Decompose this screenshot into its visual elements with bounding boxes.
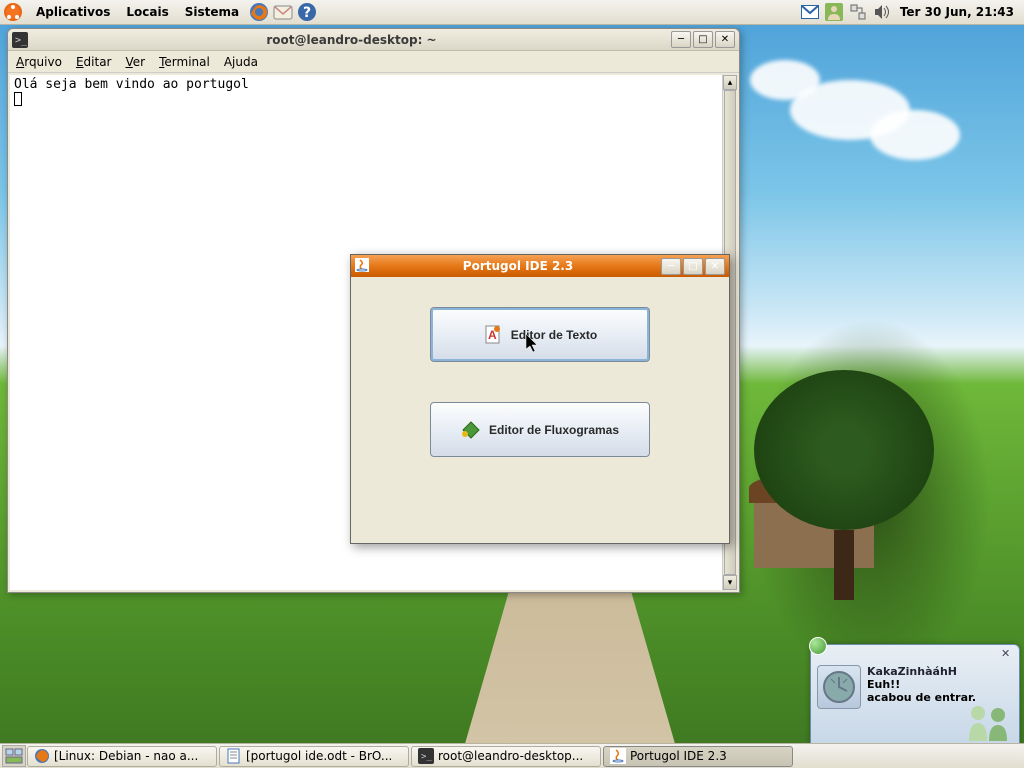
user-tray-icon[interactable]	[823, 1, 845, 23]
firefox-icon[interactable]	[248, 1, 270, 23]
scroll-down-button[interactable]: ▾	[723, 575, 737, 590]
mail-tray-icon[interactable]	[799, 1, 821, 23]
taskbar-item-writer[interactable]: [portugol ide.odt - BrO...	[219, 746, 409, 767]
terminal-menu-arquivo[interactable]: Arquivo	[16, 55, 62, 69]
minimize-button[interactable]: ─	[671, 31, 691, 48]
taskbar-label-3: Portugol IDE 2.3	[630, 749, 727, 763]
svg-text:>_: >_	[15, 35, 28, 46]
terminal-menu-editar[interactable]: Editar	[76, 55, 112, 69]
close-button[interactable]: ✕	[715, 31, 735, 48]
menu-locais[interactable]: Locais	[118, 0, 176, 25]
bottom-panel: [Linux: Debian - nao a... [portugol ide.…	[0, 743, 1024, 768]
top-panel: Aplicativos Locais Sistema ? Ter 30 Jun,…	[0, 0, 1024, 25]
scroll-up-button[interactable]: ▴	[723, 75, 737, 90]
mail-icon[interactable]	[272, 1, 294, 23]
show-desktop-button[interactable]	[2, 745, 26, 767]
volume-icon[interactable]	[871, 1, 893, 23]
editor-texto-button[interactable]: A Editor de Texto	[430, 307, 650, 362]
menu-sistema[interactable]: Sistema	[177, 0, 247, 25]
terminal-task-icon: >_	[418, 748, 434, 764]
terminal-output: Olá seja bem vindo ao portugol	[14, 77, 733, 92]
terminal-title: root@leandro-desktop: ~	[32, 33, 671, 47]
taskbar-item-browser[interactable]: [Linux: Debian - nao a...	[27, 746, 217, 767]
svg-text:?: ?	[303, 5, 311, 21]
maximize-button[interactable]: □	[693, 31, 713, 48]
terminal-menubar: Arquivo Editar Ver Terminal Ajuda	[8, 51, 739, 73]
menu-aplicativos[interactable]: Aplicativos	[28, 0, 118, 25]
notification-close-button[interactable]: ✕	[1001, 647, 1015, 661]
terminal-icon: >_	[12, 32, 28, 48]
taskbar-item-terminal[interactable]: >_ root@leandro-desktop...	[411, 746, 601, 767]
flowchart-icon	[461, 420, 481, 440]
java-maximize-button[interactable]: □	[683, 258, 703, 275]
text-editor-icon: A	[483, 325, 503, 345]
notification-figures-icon	[963, 701, 1013, 741]
notification-avatar	[817, 665, 861, 709]
help-icon[interactable]: ?	[296, 1, 318, 23]
login-notification[interactable]: ✕ KakaZinhàáhH Euh!! acabou de entrar.	[810, 644, 1020, 744]
taskbar-item-portugol[interactable]: Portugol IDE 2.3	[603, 746, 793, 767]
ubuntu-logo-icon[interactable]	[4, 3, 22, 21]
tree-graphic	[754, 370, 934, 590]
portugol-title: Portugol IDE 2.3	[375, 259, 661, 273]
document-task-icon	[226, 748, 242, 764]
taskbar-label-1: [portugol ide.odt - BrO...	[246, 749, 392, 763]
portugol-body: A Editor de Texto Editor de Fluxogramas	[351, 277, 729, 543]
java-close-button[interactable]: ✕	[705, 258, 725, 275]
clouds-graphic	[750, 60, 1010, 240]
panel-clock[interactable]: Ter 30 Jun, 21:43	[894, 5, 1020, 19]
editor-fluxogramas-label: Editor de Fluxogramas	[489, 423, 619, 437]
taskbar-label-2: root@leandro-desktop...	[438, 749, 583, 763]
terminal-menu-ajuda[interactable]: Ajuda	[224, 55, 258, 69]
network-icon[interactable]	[847, 1, 869, 23]
notification-line1: Euh!!	[867, 678, 1013, 691]
java-task-icon	[610, 748, 626, 764]
portugol-ide-window: Portugol IDE 2.3 ─ □ ✕ A Editor de Texto…	[350, 254, 730, 544]
terminal-menu-ver[interactable]: Ver	[126, 55, 146, 69]
firefox-task-icon	[34, 748, 50, 764]
terminal-menu-terminal[interactable]: Terminal	[159, 55, 210, 69]
taskbar-label-0: [Linux: Debian - nao a...	[54, 749, 198, 763]
java-icon	[355, 258, 371, 274]
editor-texto-label: Editor de Texto	[511, 328, 597, 342]
portugol-titlebar[interactable]: Portugol IDE 2.3 ─ □ ✕	[351, 255, 729, 277]
terminal-titlebar[interactable]: >_ root@leandro-desktop: ~ ─ □ ✕	[8, 29, 739, 51]
java-minimize-button[interactable]: ─	[661, 258, 681, 275]
notification-status-icon	[809, 637, 827, 655]
mouse-cursor	[526, 334, 540, 354]
terminal-cursor	[14, 92, 22, 106]
notification-username: KakaZinhàáhH	[867, 665, 1013, 678]
svg-text:>_: >_	[421, 752, 432, 762]
editor-fluxogramas-button[interactable]: Editor de Fluxogramas	[430, 402, 650, 457]
